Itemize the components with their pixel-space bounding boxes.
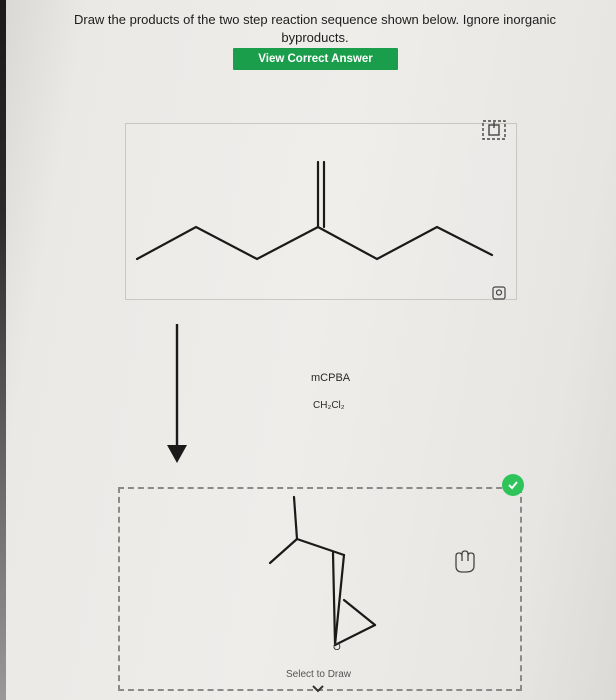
answer-drawing-area[interactable] (118, 487, 522, 691)
chevron-down-icon[interactable] (311, 684, 325, 694)
arrow-down-icon (167, 324, 187, 463)
expand-icon[interactable] (482, 120, 506, 140)
checkmark-icon (502, 474, 524, 496)
select-to-draw-label[interactable]: Select to Draw (286, 669, 351, 680)
starting-material-structure (135, 160, 494, 261)
reagent-step-1: mCPBA (311, 372, 351, 384)
reagent-step-2: CH₂Cl₂ (313, 400, 345, 411)
zoom-icon[interactable] (492, 286, 506, 300)
oxygen-atom-label: O (333, 642, 341, 653)
carbon-chain (135, 225, 494, 261)
